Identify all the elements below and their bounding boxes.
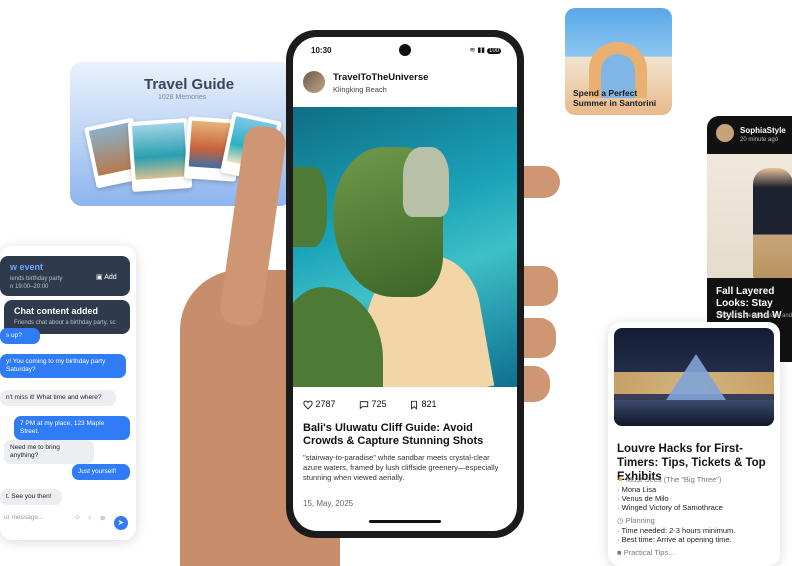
- avatar[interactable]: [303, 71, 325, 93]
- travel-guide-subtitle: 1028 Memories: [158, 94, 207, 101]
- practical-tips-heading: ■ Practical Tips...: [617, 548, 675, 557]
- message-bubble: s up?: [0, 328, 40, 344]
- message-bubble: 7 PM at my place, 123 Maple Street.: [14, 416, 130, 440]
- bag-icon: ■: [617, 548, 624, 557]
- planning-item: · Time needed: 2-3 hours minimum.: [617, 526, 736, 535]
- emoji-icon[interactable]: ☺: [74, 514, 81, 521]
- add-event-button[interactable]: ▣ Add: [92, 271, 121, 283]
- send-button[interactable]: ➤: [114, 516, 128, 530]
- planning-heading: ◷ Planning: [617, 516, 655, 525]
- louvre-photo: [614, 328, 774, 426]
- event-notification-sub: iends birthday party n 19:00–20:00: [10, 276, 63, 290]
- santorini-caption: Spend a Perfect Summer in Santorini: [573, 88, 657, 108]
- comment-button[interactable]: 725: [359, 399, 387, 410]
- post-username[interactable]: TravelToTheUniverse: [333, 72, 428, 83]
- clock-icon: ◷: [617, 516, 626, 525]
- mic-icon[interactable]: ♪: [88, 514, 91, 521]
- planning-item: · Best time: Arrive at opening time.: [617, 535, 732, 544]
- message-bubble: y! You coming to my birthday party Satur…: [0, 354, 126, 378]
- star-icon: ★: [617, 475, 626, 484]
- camera-icon: [399, 44, 411, 56]
- marketing-collage: Travel Guide 1028 Memories Spend a Perfe…: [0, 0, 792, 566]
- post-photo[interactable]: [293, 107, 517, 387]
- home-indicator[interactable]: [369, 520, 441, 523]
- status-time: 10:30: [311, 46, 332, 55]
- post-date: 15, May, 2025: [303, 499, 354, 508]
- event-notification[interactable]: w event iends birthday party n 19:00–20:0…: [0, 256, 130, 296]
- post-location[interactable]: Klingking Beach: [333, 85, 387, 94]
- like-count: 2787: [315, 399, 336, 409]
- status-icons: ≋ ▮▮ 100: [470, 46, 501, 54]
- post-description: "stairway-to-paradise" white sandbar mee…: [303, 453, 499, 482]
- message-bubble: Just yourself!: [72, 464, 130, 480]
- add-icon[interactable]: ⊕: [100, 514, 105, 522]
- chat-added-sub: Friends chat about a birthday party, sc: [14, 320, 116, 326]
- louvre-pyramid: [666, 354, 726, 400]
- signal-icon: ▮▮: [477, 47, 487, 54]
- phone-screen: 10:30 ≋ ▮▮ 100 TravelToTheUniverse Kling…: [293, 37, 517, 531]
- comment-count: 725: [371, 399, 387, 409]
- heart-icon: [303, 400, 313, 409]
- like-button[interactable]: 2787: [303, 399, 336, 410]
- chat-added-title: Chat content added: [14, 306, 99, 316]
- bookmark-icon: [411, 400, 417, 410]
- fashion-description: This outfit blends casual and: [716, 313, 792, 319]
- must-see-item: · Mona Lisa: [617, 485, 657, 494]
- message-bubble: n't miss it! What time and where?: [0, 390, 116, 406]
- save-button[interactable]: 821: [409, 399, 437, 410]
- chat-card[interactable]: w event iends birthday party n 19:00–20:0…: [0, 246, 136, 540]
- avatar[interactable]: [716, 124, 734, 142]
- must-sees-heading: ★ Must-Sees (The "Big Three"): [617, 475, 722, 484]
- save-count: 821: [421, 399, 437, 409]
- battery-icon: 100: [486, 48, 501, 54]
- fashion-username[interactable]: SophiaStyle: [740, 126, 786, 135]
- fashion-model: [753, 168, 792, 278]
- must-see-item: · Venus de Milo: [617, 494, 669, 503]
- send-icon: ➤: [117, 518, 125, 527]
- message-bubble: Need me to bring anything?: [4, 440, 94, 464]
- calendar-icon: ▣: [96, 274, 105, 281]
- louvre-pool: [614, 400, 774, 426]
- fashion-time: 20 minute ago: [740, 137, 779, 143]
- post-title: Bali's Uluwatu Cliff Guide: Avoid Crowds…: [303, 422, 484, 447]
- event-notification-title: w event: [10, 262, 44, 272]
- comment-icon: [359, 400, 369, 409]
- santorini-card[interactable]: Spend a Perfect Summer in Santorini: [565, 8, 672, 115]
- louvre-note-card[interactable]: Louvre Hacks for First-Timers: Tips, Tic…: [608, 322, 780, 566]
- polaroid-photo: [127, 117, 193, 193]
- message-bubble: t. See you then!: [0, 489, 62, 505]
- cliff-rock: [403, 147, 449, 217]
- travel-guide-title: Travel Guide: [144, 76, 235, 93]
- cliff: [293, 167, 327, 247]
- message-input[interactable]: ur message... ☺ ♪ ⊕: [4, 514, 130, 534]
- must-see-item: · Winged Victory of Samothrace: [617, 503, 723, 512]
